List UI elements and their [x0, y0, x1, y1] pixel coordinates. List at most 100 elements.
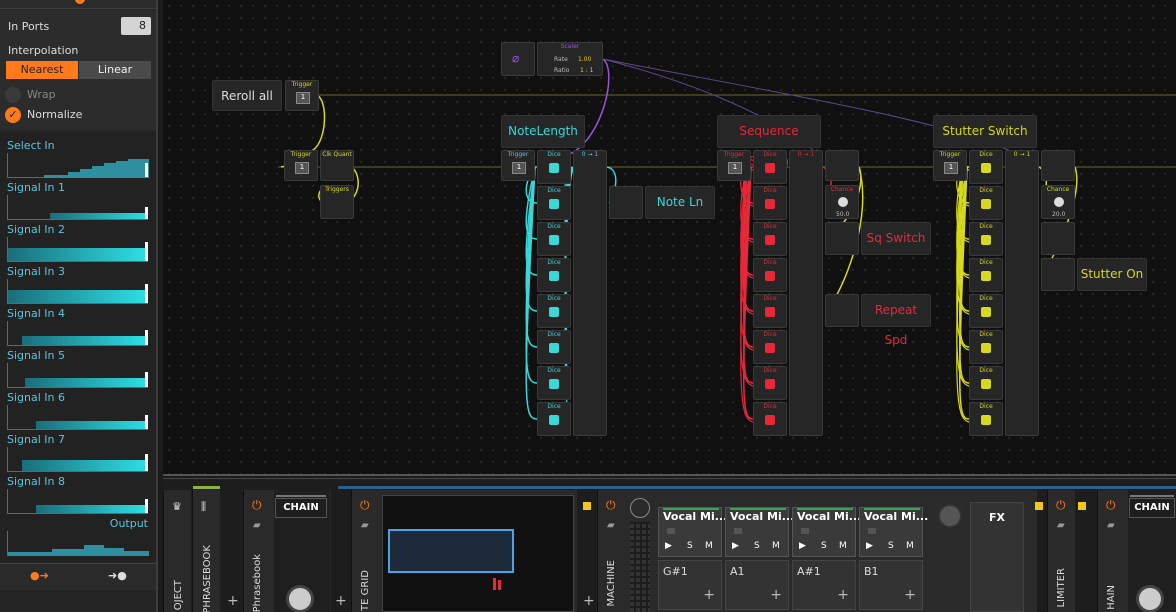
interp-linear-button[interactable]: Linear — [79, 61, 151, 79]
stutter-compare-node[interactable] — [1041, 150, 1075, 181]
stutter-gate-node[interactable] — [1041, 222, 1075, 255]
scaler-bypass-node[interactable]: ⌀ — [501, 42, 535, 76]
mute-button[interactable]: M — [772, 541, 780, 551]
stutter-on-out-node[interactable] — [1041, 258, 1075, 291]
play-icon[interactable]: ▶ — [665, 541, 672, 551]
in-ports-field[interactable]: 8 — [121, 17, 151, 35]
grid-preview[interactable] — [382, 495, 574, 612]
drum-slot[interactable]: Vocal Mi... ▶ S M — [859, 507, 928, 557]
chain-button[interactable]: CHAIN — [275, 498, 327, 518]
dice-node[interactable]: Dice — [969, 294, 1003, 328]
dice-node[interactable]: Dice — [753, 186, 787, 220]
dice-node[interactable]: Dice — [537, 258, 571, 292]
stutter-range-node[interactable]: 0 → 1 — [1005, 150, 1039, 436]
dice-node[interactable]: Dice — [753, 258, 787, 292]
drum-pad[interactable]: A#1 + — [792, 560, 856, 610]
fx-slot[interactable]: FX — [970, 502, 1024, 612]
folder-icon-3[interactable]: ▰ — [607, 520, 615, 531]
dice-node[interactable]: Dice — [537, 186, 571, 220]
note-length-trigger[interactable]: Trigger 1 — [501, 150, 535, 181]
reroll-all-button[interactable]: Reroll all — [212, 80, 282, 111]
stutter-trigger[interactable]: Trigger 1 — [933, 150, 967, 181]
play-icon[interactable]: ▶ — [732, 541, 739, 551]
add-sample-plus[interactable]: + — [837, 587, 849, 603]
add-sample-plus[interactable]: + — [904, 587, 916, 603]
dice-node[interactable]: Dice — [753, 402, 787, 436]
add-sample-plus[interactable]: + — [770, 587, 782, 603]
dice-node[interactable]: Dice — [537, 150, 571, 184]
mute-button[interactable]: M — [705, 541, 713, 551]
drum-pad[interactable]: A1 + — [725, 560, 789, 610]
chain2-knob[interactable] — [1136, 585, 1164, 612]
pad-matrix[interactable] — [630, 522, 650, 612]
dice-node[interactable]: Dice — [537, 294, 571, 328]
folder-icon-5[interactable]: ▰ — [1107, 520, 1115, 531]
add-device-plus-2[interactable]: + — [335, 593, 347, 609]
dice-node[interactable]: Dice — [537, 366, 571, 400]
pad-view-icon[interactable] — [630, 498, 650, 518]
sq-switch-out-node[interactable] — [825, 222, 859, 255]
power-icon-3[interactable]: ⏻ — [606, 498, 616, 513]
solo-button[interactable]: S — [821, 541, 827, 551]
trigger-node[interactable]: Trigger 1 — [285, 80, 319, 111]
drum-pad[interactable]: G#1 + — [658, 560, 722, 610]
chain2-button[interactable]: CHAIN — [1129, 498, 1175, 518]
power-icon-5[interactable]: ⏻ — [1106, 498, 1116, 513]
dice-node[interactable]: Dice — [969, 186, 1003, 220]
grid-editor[interactable]: Reroll all Trigger 1 ⌀ Scaler Rate 1.00 … — [163, 0, 1176, 476]
dice-node[interactable]: Dice — [753, 366, 787, 400]
clk-quant-node[interactable]: Clk Quant — [320, 150, 354, 181]
add-device-plus-3[interactable]: + — [583, 593, 595, 609]
dice-node[interactable]: Dice — [753, 330, 787, 364]
chance-node-1[interactable]: Chance 50.0 — [825, 185, 859, 219]
triggers-node[interactable]: Triggers — [320, 185, 354, 219]
dice-node[interactable]: Dice — [969, 330, 1003, 364]
dice-node[interactable]: Dice — [969, 402, 1003, 436]
sequence-trigger[interactable]: Trigger 1 — [717, 150, 751, 181]
solo-button[interactable]: S — [687, 541, 693, 551]
note-ln-out-node[interactable] — [609, 186, 643, 219]
repeat-spd-out-node[interactable] — [825, 294, 859, 327]
solo-button[interactable]: S — [888, 541, 894, 551]
mapping-out-icon[interactable]: ●➜ — [30, 569, 49, 582]
power-icon-2[interactable]: ⏻ — [360, 498, 370, 513]
phrasebook-tab[interactable]: ⫼ PHRASEBOOK — [192, 490, 220, 612]
dice-node[interactable]: Dice — [969, 258, 1003, 292]
drum-slot[interactable]: Vocal Mi... ▶ S M — [658, 507, 727, 557]
folder-icon[interactable]: ▰ — [253, 520, 261, 531]
add-sample-plus[interactable]: + — [703, 587, 715, 603]
scaler-node[interactable]: Scaler Rate 1.00 Ratio 1 : 1 — [537, 42, 603, 76]
mute-button[interactable]: M — [906, 541, 914, 551]
power-icon[interactable]: ⏻ — [252, 498, 262, 513]
dice-node[interactable]: Dice — [969, 222, 1003, 256]
drum-pad[interactable]: B1 + — [859, 560, 923, 610]
play-icon[interactable]: ▶ — [799, 541, 806, 551]
mute-button[interactable]: M — [839, 541, 847, 551]
dice-node[interactable]: Dice — [537, 330, 571, 364]
drum-slot[interactable]: Vocal Mi... ▶ S M — [725, 507, 794, 557]
note-length-range-node[interactable]: 0 → 1 — [573, 150, 607, 436]
add-device-plus-1[interactable]: + — [227, 593, 239, 609]
chain-knob[interactable] — [286, 585, 314, 612]
wrap-checkbox[interactable] — [5, 87, 21, 103]
normalize-checkbox[interactable]: ✓ — [5, 107, 21, 123]
dice-node[interactable]: Dice — [753, 150, 787, 184]
interp-nearest-button[interactable]: Nearest — [6, 61, 78, 79]
chance-node-2[interactable]: Chance 20.0 — [1041, 185, 1075, 219]
sequence-compare-node[interactable] — [825, 150, 859, 181]
dice-node[interactable]: Dice — [537, 402, 571, 436]
dice-node[interactable]: Dice — [753, 294, 787, 328]
drum-slot[interactable]: Vocal Mi... ▶ S M — [792, 507, 861, 557]
play-icon[interactable]: ▶ — [866, 541, 873, 551]
project-tab[interactable]: ♛ OJECT — [163, 490, 191, 612]
sequence-range-node[interactable]: 0 → 1 — [789, 150, 823, 436]
folder-icon-4[interactable]: ▰ — [1057, 520, 1065, 531]
power-icon-4[interactable]: ⏻ — [1056, 498, 1066, 513]
machine-knob[interactable] — [938, 504, 962, 528]
dice-node[interactable]: Dice — [969, 366, 1003, 400]
solo-button[interactable]: S — [754, 541, 760, 551]
trigger-node-2[interactable]: Trigger 1 — [284, 150, 318, 181]
dice-node[interactable]: Dice — [537, 222, 571, 256]
dice-node[interactable]: Dice — [753, 222, 787, 256]
folder-icon-2[interactable]: ▰ — [361, 520, 369, 531]
